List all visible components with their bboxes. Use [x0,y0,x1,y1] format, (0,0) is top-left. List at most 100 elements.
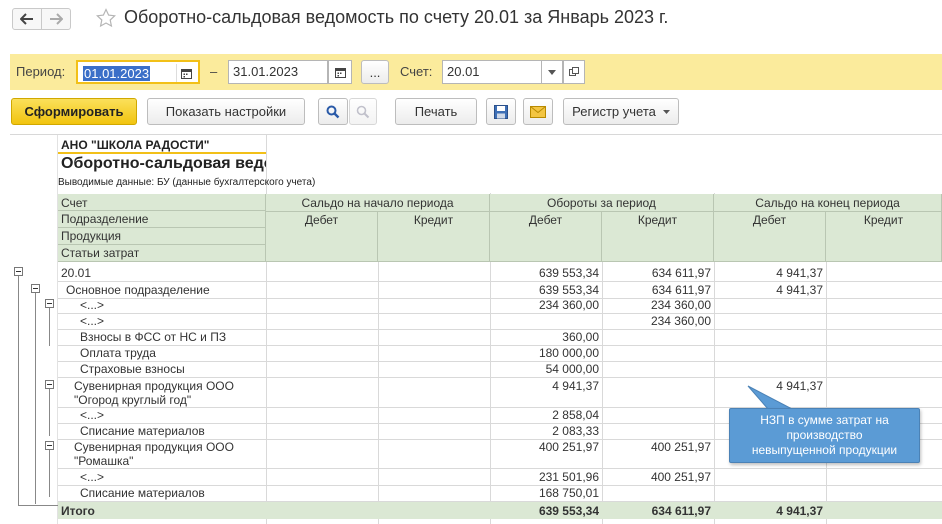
row-label: Взносы в ФСС от НС и ПЗ [80,330,227,344]
header-opening-balance: Сальдо на начало периода [266,194,490,212]
register-menu-button[interactable]: Регистр учета [563,98,679,125]
row-value-t-c: 634 611,97 [651,283,711,297]
show-settings-button[interactable]: Показать настройки [147,98,305,125]
row-value-t-d: 360,00 [562,330,599,344]
period-bar: Период: 01.01.2023 – 31.01.2023 ... Счет… [10,54,942,90]
period-label: Период: [16,64,66,79]
report-title: Оборотно-сальдовая ведомость по счету 20… [61,155,266,172]
row-label: Оплата труда [80,346,156,360]
row-value-t-d: 4 941,37 [552,379,599,393]
row-label: 20.01 [61,266,92,280]
row-value-t-d: 400 251,97 [538,440,599,454]
row-label: <...> [80,298,105,312]
header-closing-debit: Дебет [714,212,826,262]
row-value-t-c: 400 251,97 [650,440,711,454]
account-input[interactable]: 20.01 [442,60,542,84]
report-toolbar: Сформировать Показать настройки Печать Р… [10,98,942,128]
chevron-down-icon [662,109,670,114]
search-clear-button[interactable] [349,98,377,125]
arrow-right-icon [50,13,63,25]
row-value-t-c: 634 611,97 [651,266,711,280]
date-from-value: 01.01.2023 [83,66,151,81]
header-turnover-credit: Кредит [602,212,714,262]
row-value-cb-d: 4 941,37 [776,283,823,297]
forward-button[interactable] [41,8,71,30]
header-turnover-debit: Дебет [490,212,602,262]
total-label: Итого [61,504,95,518]
date-from-input[interactable]: 01.01.2023 [76,60,200,84]
row-value-t-c: 234 360,00 [650,314,711,328]
row-value-t-c: 234 360,00 [650,298,711,312]
row-label: Сувенирная продукция ООО "Ромашка" [74,440,234,468]
search-button[interactable] [318,98,348,125]
total-row: Итого 639 553,34 634 611,97 4 941,37 [58,502,942,519]
total-turnover-debit: 639 553,34 [538,504,599,518]
row-value-t-d: 231 501,96 [538,470,599,484]
header-product: Продукция [58,228,266,245]
row-value-cb-d: 4 941,37 [776,266,823,280]
period-dash: – [210,64,218,79]
arrow-left-icon [20,13,33,25]
row-value-t-d: 180 000,00 [538,346,599,360]
tree-collapse-toggle[interactable] [14,267,23,276]
row-value-t-d: 234 360,00 [538,298,599,312]
tree-collapse-toggle[interactable] [45,299,54,308]
row-label: Списание материалов [80,486,205,500]
row-label: <...> [80,314,105,328]
date-to-input[interactable]: 31.01.2023 [228,60,328,84]
tree-collapse-toggle[interactable] [45,380,54,389]
window-title: Оборотно-сальдовая ведомость по счету 20… [124,7,669,27]
back-button[interactable] [12,8,42,30]
print-button[interactable]: Печать [395,98,477,125]
row-label: Основное подразделение [66,283,210,297]
organization-name: АНО "ШКОЛА РАДОСТИ" [58,138,266,154]
row-value-t-d: 2 083,33 [552,424,599,438]
generate-button[interactable]: Сформировать [11,98,137,125]
header-account: Счет [58,194,266,211]
mail-button[interactable] [523,98,553,125]
open-icon[interactable] [563,60,585,84]
header-closing-credit: Кредит [826,212,942,262]
mail-icon [530,105,546,118]
row-value-t-d: 168 750,01 [538,486,599,500]
callout-line-2: производство [786,428,863,442]
row-value-t-d: 54 000,00 [545,362,599,376]
row-value-t-d: 2 858,04 [552,408,599,422]
account-label: Счет: [400,64,433,79]
report-subtitle: Выводимые данные: БУ (данные бухгалтерск… [58,177,316,188]
report-spreadsheet[interactable]: АНО "ШКОЛА РАДОСТИ" Оборотно-сальдовая в… [10,134,942,524]
header-closing-balance: Сальдо на конец периода [714,194,942,212]
header-turnover: Обороты за период [490,194,714,212]
row-value-t-d: 639 553,34 [538,283,599,297]
period-select-button[interactable]: ... [361,60,389,84]
save-icon [494,104,508,119]
search-clear-icon [356,105,370,118]
header-division: Подразделение [58,211,266,228]
total-closing-debit: 4 941,37 [776,504,823,518]
row-label: <...> [80,408,105,422]
search-icon [326,105,340,118]
row-label: Списание материалов [80,424,205,438]
calendar-icon[interactable] [328,60,352,84]
callout-line-1: НЗП в сумме затрат на [760,413,889,427]
header-cost-items: Статьи затрат [58,245,266,262]
row-label: Сувенирная продукция ООО "Огород круглый … [74,379,234,407]
register-label: Регистр учета [572,104,656,119]
tree-collapse-toggle[interactable] [45,441,54,450]
title-bar: Оборотно-сальдовая ведомость по счету 20… [0,0,942,44]
chevron-down-icon[interactable] [541,60,563,84]
row-label: <...> [80,470,105,484]
row-value-cb-d: 4 941,37 [776,379,823,393]
row-value-t-c: 400 251,97 [650,470,711,484]
header-opening-credit: Кредит [378,212,490,262]
total-turnover-credit: 634 611,97 [651,504,711,518]
header-opening-debit: Дебет [266,212,378,262]
calendar-icon[interactable] [176,64,196,82]
star-icon[interactable] [96,8,116,28]
callout-line-3: невыпущенной продукции [751,443,898,457]
row-value-t-d: 639 553,34 [538,266,599,280]
row-label: Страховые взносы [80,362,185,376]
tree-collapse-toggle[interactable] [31,284,40,293]
annotation-callout: НЗП в сумме затрат на производство невып… [729,408,920,463]
save-button[interactable] [486,98,516,125]
